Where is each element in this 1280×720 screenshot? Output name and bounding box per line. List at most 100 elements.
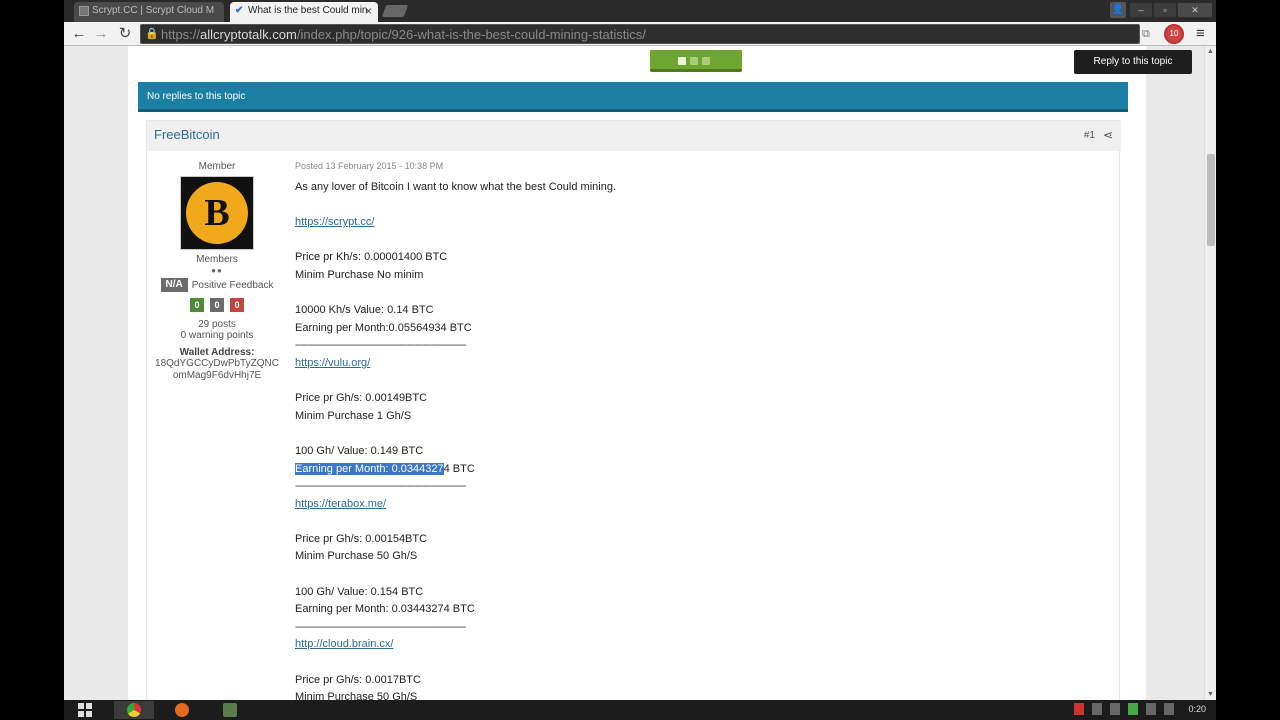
link-scrypt[interactable]: https://scrypt.cc/: [295, 216, 374, 228]
share-icon[interactable]: ⋖: [1103, 128, 1113, 142]
browser-window: Scrypt.CC | Scrypt Cloud M ✔ What is the…: [64, 0, 1216, 700]
link-terabox[interactable]: https://terabox.me/: [295, 498, 386, 510]
reload-icon[interactable]: ↻: [116, 25, 134, 43]
post-count: 29 posts: [198, 319, 236, 330]
link-cloud-brain[interactable]: http://cloud.brain.cx/: [295, 638, 393, 650]
wallet-label: Wallet Address:: [179, 347, 255, 358]
tab-scrypt[interactable]: Scrypt.CC | Scrypt Cloud M: [74, 2, 224, 22]
feedback-summary: N/A Positive Feedback: [147, 278, 287, 292]
divider-line: ----------------------------------------…: [295, 339, 466, 352]
menu-icon[interactable]: ≡: [1196, 25, 1210, 43]
member-group: Members: [196, 254, 238, 265]
app-icon: [223, 703, 237, 717]
url-text: https://allcryptotalk.com/index.php/topi…: [161, 26, 646, 43]
text-line: 100 Gh/ Value: 0.154 BTC: [295, 585, 424, 598]
scrollbar-thumb[interactable]: [1207, 154, 1215, 246]
reply-button[interactable]: Reply to this topic: [1074, 50, 1192, 74]
back-icon[interactable]: ←: [70, 25, 88, 43]
window-controls: – ▫ ✕: [1130, 3, 1212, 17]
bitcoin-symbol: B: [204, 192, 230, 234]
tray-network-icon[interactable]: [1146, 703, 1157, 715]
vertical-scrollbar[interactable]: ▲ ▼: [1204, 46, 1216, 700]
author-title: Member: [198, 161, 236, 172]
tab-title: What is the best Could min: [248, 5, 368, 16]
page-icon: [79, 6, 89, 16]
scroll-up-icon[interactable]: ▲: [1207, 48, 1214, 55]
tray-battery-icon[interactable]: [1128, 703, 1139, 715]
topic-banner: No replies to this topic: [138, 82, 1128, 112]
taskbar-app[interactable]: [210, 701, 250, 719]
tab-topic[interactable]: ✔ What is the best Could min ×: [230, 2, 378, 22]
url-domain: allcryptotalk.com: [200, 27, 297, 42]
browser-toolbar: ← → ↻ 🔒 https://allcryptotalk.com/index.…: [64, 22, 1216, 46]
feedback-na-badge: N/A: [160, 278, 188, 292]
text-line: Price pr Gh/s: 0.00149BTC: [295, 392, 428, 405]
post-intro: As any lover of Bitcoin I want to know w…: [295, 181, 616, 193]
post-date: Posted 13 February 2015 - 10:38 PM: [295, 161, 444, 171]
avatar[interactable]: B: [180, 176, 254, 250]
start-icon[interactable]: [78, 703, 92, 717]
feedback-label[interactable]: Positive Feedback: [192, 280, 274, 291]
tab-strip: Scrypt.CC | Scrypt Cloud M ✔ What is the…: [64, 0, 1216, 22]
selected-text[interactable]: Earning per Month: 0.0344327: [295, 462, 444, 475]
unselected-text: 4 BTC: [443, 462, 475, 475]
extension-badge[interactable]: 10: [1164, 24, 1184, 44]
author-sidebar: Member B Members ●● N/A Positive Feedbac…: [147, 161, 287, 382]
translate-icon[interactable]: ⧉: [1142, 27, 1156, 41]
close-window-icon[interactable]: ✕: [1178, 3, 1212, 17]
wallet-address-2: omMag9F6dvHhj7E: [172, 370, 262, 381]
taskbar: 0:20: [64, 700, 1216, 720]
post-header: FreeBitcoin #1 ⋖: [147, 121, 1121, 151]
profile-icon[interactable]: 👤: [1110, 2, 1126, 18]
warning-points: 0 warning points: [180, 330, 254, 341]
forward-icon[interactable]: →: [92, 25, 110, 43]
pagination-button[interactable]: [650, 50, 742, 72]
close-tab-icon[interactable]: ×: [365, 2, 372, 20]
minimize-icon[interactable]: –: [1130, 3, 1152, 17]
text-line: Minim Purchase 1 Gh/S: [295, 409, 412, 422]
wallet-address-1: 18QdYGCCyDwPbTyZQNC: [155, 358, 279, 369]
negative-count: 0: [230, 298, 244, 312]
author-link[interactable]: FreeBitcoin: [154, 127, 220, 142]
neutral-count: 0: [210, 298, 224, 312]
post-number-link[interactable]: #1: [1084, 130, 1095, 141]
divider-line: ----------------------------------------…: [295, 620, 466, 633]
taskbar-chrome[interactable]: [114, 701, 154, 719]
clock[interactable]: 0:20: [1188, 704, 1206, 714]
tray-notification-icon[interactable]: [1092, 703, 1103, 715]
page-viewport: Reply to this topic No replies to this t…: [64, 46, 1204, 700]
post: FreeBitcoin #1 ⋖ Member B Members ●● N/A: [146, 120, 1121, 700]
firefox-icon: [175, 703, 189, 717]
system-tray: 0:20: [1074, 703, 1206, 715]
address-bar[interactable]: 🔒 https://allcryptotalk.com/index.php/to…: [140, 24, 1140, 44]
scroll-down-icon[interactable]: ▼: [1207, 691, 1214, 698]
dots-icon: [678, 57, 710, 65]
text-line: Earning per Month: 0.03443274 BTC: [295, 603, 475, 616]
tray-flag-icon[interactable]: [1110, 703, 1121, 715]
bitcoin-logo-icon: B: [186, 182, 248, 244]
screen: Scrypt.CC | Scrypt Cloud M ✔ What is the…: [0, 0, 1280, 720]
tab-title: Scrypt.CC | Scrypt Cloud M: [92, 5, 215, 16]
text-line: Price pr Gh/s: 0.00154BTC: [295, 532, 428, 545]
divider-line: ----------------------------------------…: [295, 480, 466, 493]
maximize-icon[interactable]: ▫: [1154, 3, 1176, 17]
text-line: Minim Purchase No minim: [295, 268, 424, 281]
rank-pips: ●●: [211, 266, 223, 275]
feedback-counts: 0 0 0: [147, 298, 287, 312]
site-logo-icon: ✔: [235, 5, 244, 16]
text-line: Minim Purchase 50 Gh/S: [295, 691, 418, 700]
text-line: Minim Purchase 50 Gh/S: [295, 550, 418, 563]
positive-count: 0: [190, 298, 204, 312]
url-path: /index.php/topic/926-what-is-the-best-co…: [296, 27, 646, 42]
link-vulu[interactable]: https://vulu.org/: [295, 357, 370, 369]
new-tab-button[interactable]: [381, 5, 409, 17]
text-line: Price pr Kh/s: 0.00001400 BTC: [295, 251, 448, 264]
tray-volume-icon[interactable]: [1164, 703, 1175, 715]
forum-page: Reply to this topic No replies to this t…: [128, 46, 1192, 700]
tray-shield-icon[interactable]: [1074, 703, 1085, 715]
text-line: 100 Gh/ Value: 0.149 BTC: [295, 444, 424, 457]
text-line: Earning per Month:0.05564934 BTC: [295, 321, 472, 334]
taskbar-firefox[interactable]: [162, 701, 202, 719]
text-line: Earning per Month: 0.03443274 BTC: [295, 461, 1095, 479]
url-scheme: https://: [161, 27, 201, 42]
